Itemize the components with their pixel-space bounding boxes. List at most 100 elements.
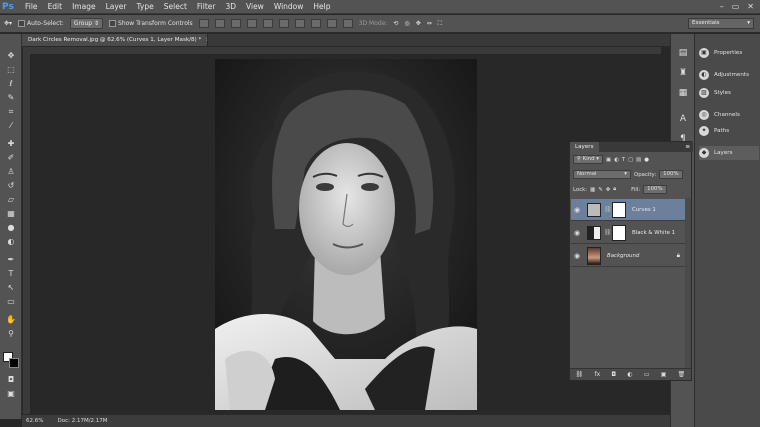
- menu-3d[interactable]: 3D: [220, 0, 241, 14]
- layer-row-black-white[interactable]: ◉ ⛓ Black & White 1: [571, 222, 686, 244]
- lock-pixels-icon[interactable]: ✎: [598, 187, 603, 193]
- trash-icon[interactable]: 🗑︎: [678, 371, 686, 378]
- zoom-level[interactable]: 62.6%: [26, 418, 43, 424]
- menu-layer[interactable]: Layer: [101, 0, 132, 14]
- tab-close-icon[interactable]: ×: [205, 37, 207, 43]
- brush-tool-icon[interactable]: ✐: [4, 152, 18, 163]
- history-icon[interactable]: ▤: [677, 48, 689, 59]
- doc-size-info[interactable]: Doc: 2.17M/2.17M: [57, 418, 107, 424]
- quick-select-tool-icon[interactable]: ✎: [4, 92, 18, 103]
- auto-select-checkbox[interactable]: Auto-Select:: [18, 20, 64, 27]
- lock-transparent-icon[interactable]: ▦: [590, 187, 595, 193]
- layer-mask-thumbnail[interactable]: [612, 201, 626, 218]
- auto-align-button[interactable]: [342, 19, 353, 28]
- lasso-tool-icon[interactable]: ℓ: [4, 78, 18, 89]
- minimize-button[interactable]: –: [720, 2, 724, 11]
- eyedropper-tool-icon[interactable]: ⁄: [4, 120, 18, 131]
- new-layer-icon[interactable]: ▣: [661, 371, 667, 378]
- align-vcenter-button[interactable]: [214, 19, 225, 28]
- menu-view[interactable]: View: [241, 0, 269, 14]
- layer-mask-thumbnail[interactable]: [612, 224, 626, 241]
- mask-link-icon[interactable]: ⛓: [604, 229, 612, 236]
- quick-mask-icon[interactable]: ◘: [4, 374, 18, 385]
- align-hcenter-button[interactable]: [262, 19, 273, 28]
- move-tool-icon[interactable]: ✥▾: [4, 20, 12, 27]
- styles-panel-button[interactable]: ▨ Styles: [699, 86, 759, 100]
- auto-select-dropdown[interactable]: Group ⇕: [69, 18, 104, 29]
- align-bottom-button[interactable]: [230, 19, 241, 28]
- 3d-scale-icon[interactable]: ⛶: [438, 20, 442, 28]
- pen-tool-icon[interactable]: ✒: [4, 254, 18, 265]
- menu-select[interactable]: Select: [159, 0, 192, 14]
- maximize-button[interactable]: ▭: [732, 2, 740, 11]
- layers-scrollbar[interactable]: [685, 198, 691, 368]
- group-icon[interactable]: ▭: [644, 371, 650, 378]
- filter-toggle-icon[interactable]: ●: [644, 157, 649, 163]
- opacity-input[interactable]: 100%: [659, 170, 683, 179]
- menu-image[interactable]: Image: [67, 0, 101, 14]
- zoom-tool-icon[interactable]: ⚲: [4, 328, 18, 339]
- fx-icon[interactable]: fx: [594, 371, 600, 378]
- hand-tool-icon[interactable]: ✋: [4, 314, 18, 325]
- clone-stamp-tool-icon[interactable]: ♙: [4, 166, 18, 177]
- background-color-swatch[interactable]: [9, 358, 19, 368]
- visibility-eye-icon[interactable]: ◉: [571, 206, 583, 214]
- screen-mode-icon[interactable]: ▣: [4, 388, 18, 399]
- link-icon[interactable]: ⛓: [576, 371, 584, 378]
- panel-menu-icon[interactable]: ≡: [682, 142, 693, 152]
- crop-tool-icon[interactable]: ⌗: [4, 106, 18, 117]
- blur-tool-icon[interactable]: ●: [4, 222, 18, 233]
- 3d-rotate-icon[interactable]: ⟲: [393, 20, 398, 27]
- layer-row-background[interactable]: ◉ Background 🔒︎: [571, 245, 686, 267]
- filter-kind-dropdown[interactable]: ⚲ Kind ▾: [573, 155, 603, 164]
- align-right-button[interactable]: [278, 19, 289, 28]
- dodge-tool-icon[interactable]: ◐: [4, 236, 18, 247]
- fill-input[interactable]: 100%: [643, 185, 667, 194]
- close-button[interactable]: ✕: [747, 2, 754, 11]
- menu-help[interactable]: Help: [308, 0, 335, 14]
- filter-adjustment-icon[interactable]: ◐: [614, 157, 619, 163]
- layers-panel-button[interactable]: ◆ Layers: [699, 146, 759, 160]
- properties-panel-button[interactable]: ▣ Properties: [699, 46, 759, 60]
- adjustments-panel-button[interactable]: ◐ Adjustments: [699, 68, 759, 82]
- menu-window[interactable]: Window: [269, 0, 309, 14]
- marquee-tool-icon[interactable]: ⬚: [4, 64, 18, 75]
- visibility-eye-icon[interactable]: ◉: [571, 252, 583, 260]
- gradient-tool-icon[interactable]: ▦: [4, 208, 18, 219]
- adjustment-icon[interactable]: ◐: [627, 371, 632, 378]
- type-tool-icon[interactable]: T: [4, 268, 18, 279]
- filter-shape-icon[interactable]: ▢: [628, 157, 633, 163]
- menu-type[interactable]: Type: [132, 0, 159, 14]
- show-transform-checkbox[interactable]: Show Transform Controls: [109, 20, 193, 27]
- menu-filter[interactable]: Filter: [192, 0, 221, 14]
- menu-edit[interactable]: Edit: [43, 0, 68, 14]
- document-tab[interactable]: Dark Circles Removal.jpg @ 62.6% (Curves…: [22, 34, 208, 46]
- visibility-eye-icon[interactable]: ◉: [571, 229, 583, 237]
- lock-all-icon[interactable]: 🔒︎: [613, 186, 616, 193]
- align-top-button[interactable]: [198, 19, 209, 28]
- mask-icon[interactable]: ◘: [611, 371, 616, 378]
- channels-panel-button[interactable]: ◎ Channels: [699, 108, 759, 122]
- eraser-tool-icon[interactable]: ▱: [4, 194, 18, 205]
- filter-type-icon[interactable]: T: [622, 157, 625, 163]
- move-tool-icon[interactable]: ✥: [4, 50, 18, 61]
- workspace-dropdown[interactable]: Essentials ▾: [688, 18, 754, 29]
- distribute-bottom-button[interactable]: [326, 19, 337, 28]
- distribute-vcenter-button[interactable]: [310, 19, 321, 28]
- distribute-top-button[interactable]: [294, 19, 305, 28]
- document-image[interactable]: [215, 59, 477, 410]
- 3d-slide-icon[interactable]: ⇔: [427, 20, 432, 27]
- shape-tool-icon[interactable]: ▭: [4, 296, 18, 307]
- healing-brush-tool-icon[interactable]: ✚: [4, 138, 18, 149]
- layer-row-curves[interactable]: ◉ ⛓ Curves 1: [571, 199, 686, 221]
- mask-link-icon[interactable]: ⛓: [604, 206, 612, 213]
- layers-panel-tab[interactable]: Layers: [570, 142, 599, 152]
- 3d-pan-icon[interactable]: ✥: [416, 20, 421, 27]
- 3d-roll-icon[interactable]: ◎: [404, 20, 409, 27]
- lock-position-icon[interactable]: ✥: [606, 187, 611, 193]
- path-select-tool-icon[interactable]: ↖: [4, 282, 18, 293]
- navigator-icon[interactable]: ▦: [677, 88, 689, 99]
- blend-mode-dropdown[interactable]: Normal ▾: [573, 170, 631, 179]
- paths-panel-button[interactable]: ✦ Paths: [699, 124, 759, 138]
- actions-icon[interactable]: ♜: [677, 68, 689, 79]
